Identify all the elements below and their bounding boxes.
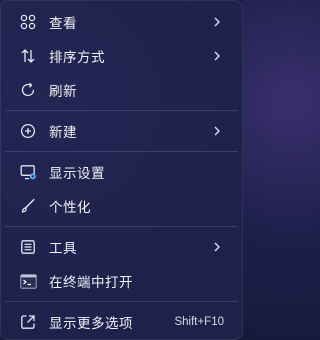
menu-item-show-more-options[interactable]: 显示更多选项 Shift+F10 [7,305,236,339]
menu-item-label: 新建 [49,125,77,141]
menu-item-new[interactable]: 新建 [7,114,236,148]
share-expand-icon [19,313,37,331]
menu-separator [5,151,238,152]
menu-item-label: 工具 [49,241,77,257]
menu-item-view[interactable]: 查看 [7,5,236,39]
chevron-right-icon [212,17,222,27]
menu-item-open-in-terminal[interactable]: 在终端中打开 [7,264,236,298]
menu-separator [5,110,238,111]
menu-item-label: 显示设置 [49,166,105,182]
menu-item-refresh[interactable]: 刷新 [7,73,236,107]
terminal-icon [19,272,37,290]
chevron-right-icon [212,126,222,136]
sort-arrows-icon [19,47,37,65]
menu-item-label: 排序方式 [49,50,105,66]
menu-separator [5,301,238,302]
brush-icon [19,197,37,215]
menu-item-sort-by[interactable]: 排序方式 [7,39,236,73]
menu-item-label: 个性化 [49,200,91,216]
add-circle-icon [19,122,37,140]
menu-item-label: 在终端中打开 [49,275,133,291]
menu-item-label: 刷新 [49,84,77,100]
menu-separator [5,226,238,227]
context-menu: 查看 排序方式 刷新 新建 显示设置 个性化 工具 在终端中打开 显示更多选项 … [0,0,243,340]
menu-item-tools[interactable]: 工具 [7,230,236,264]
menu-item-display-settings[interactable]: 显示设置 [7,155,236,189]
display-settings-icon [19,163,37,181]
chevron-right-icon [212,242,222,252]
view-grid-icon [19,13,37,31]
tools-list-icon [19,238,37,256]
keyboard-shortcut: Shift+F10 [174,316,224,328]
menu-item-personalize[interactable]: 个性化 [7,189,236,223]
menu-item-label: 显示更多选项 [49,316,133,332]
refresh-icon [19,81,37,99]
chevron-right-icon [212,51,222,61]
menu-item-label: 查看 [49,16,77,32]
